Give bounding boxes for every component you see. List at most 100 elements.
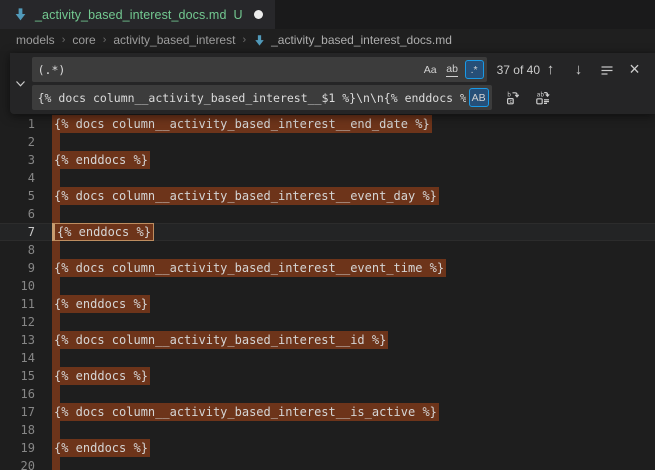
find-match-highlight: {% enddocs %} — [52, 151, 150, 169]
code-line[interactable]: 10 — [0, 277, 655, 295]
breadcrumb-file-label: _activity_based_interest_docs.md — [271, 33, 452, 47]
editor-tab[interactable]: _activity_based_interest_docs.md U — [0, 0, 275, 29]
code-text — [35, 457, 655, 470]
code-text: {% docs column__activity_based_interest_… — [35, 187, 655, 205]
git-status-badge: U — [234, 8, 243, 22]
code-line[interactable]: 4 — [0, 169, 655, 187]
line-number: 19 — [0, 439, 35, 457]
find-row: (.*) Aa ab .* 37 of 40 ↑ ↓ — [32, 57, 647, 82]
code-line[interactable]: 2 — [0, 133, 655, 151]
code-text: {% enddocs %} — [35, 151, 655, 169]
find-results-count: 37 of 40 — [497, 63, 540, 77]
replace-icon: b c — [505, 90, 521, 106]
find-match-highlight: {% enddocs %} — [52, 367, 150, 385]
breadcrumb-separator: › — [242, 34, 246, 46]
code-text: {% enddocs %} — [35, 439, 655, 457]
replace-input[interactable]: {% docs column__activity_based_interest_… — [32, 85, 492, 110]
whole-word-toggle[interactable]: ab — [443, 60, 462, 79]
previous-match-button[interactable]: ↑ — [540, 59, 561, 80]
line-number: 12 — [0, 313, 35, 331]
find-match-highlight: {% docs column__activity_based_interest_… — [52, 115, 432, 133]
code-text — [35, 313, 655, 331]
find-match-highlight: {% docs column__activity_based_interest_… — [52, 187, 439, 205]
code-line[interactable]: 17{% docs column__activity_based_interes… — [0, 403, 655, 421]
vscode-window: 1{% docs column__activity_based_interest… — [0, 0, 655, 470]
line-number: 10 — [0, 277, 35, 295]
line-number: 6 — [0, 205, 35, 223]
replace-value: {% docs column__activity_based_interest_… — [38, 91, 466, 105]
breadcrumb-item-core[interactable]: core — [72, 33, 95, 47]
svg-text:b: b — [507, 91, 511, 98]
find-in-selection-button[interactable] — [596, 59, 617, 80]
code-line[interactable]: 15 {% enddocs %} — [0, 367, 655, 385]
code-text — [35, 133, 655, 151]
code-text: {% enddocs %} — [35, 367, 655, 385]
markdown-file-icon — [253, 34, 266, 47]
code-line[interactable]: 16 — [0, 385, 655, 403]
breadcrumb-item-file[interactable]: _activity_based_interest_docs.md — [253, 33, 452, 47]
code-line[interactable]: 19 {% enddocs %} — [0, 439, 655, 457]
line-number: 2 — [0, 133, 35, 151]
breadcrumb: models › core › activity_based_interest … — [0, 29, 655, 51]
preserve-case-toggle[interactable]: AB — [469, 88, 489, 107]
line-number: 5 — [0, 187, 35, 205]
find-in-selection-icon — [599, 62, 615, 78]
markdown-file-icon — [13, 7, 28, 22]
code-text — [35, 349, 655, 367]
code-text: {% docs column__activity_based_interest_… — [35, 259, 655, 277]
code-line[interactable]: 20 — [0, 457, 655, 470]
code-line[interactable]: 3{% enddocs %} — [0, 151, 655, 169]
find-match-highlight: {% docs column__activity_based_interest_… — [52, 259, 446, 277]
code-line[interactable]: 5 {% docs column__activity_based_interest… — [0, 187, 655, 205]
find-input[interactable]: (.*) Aa ab .* — [32, 57, 487, 82]
current-find-match: {% enddocs %} — [52, 223, 154, 241]
toggle-replace-button[interactable] — [10, 53, 32, 114]
regex-toggle[interactable]: .* — [465, 60, 484, 79]
breadcrumb-item-folder[interactable]: activity_based_interest — [113, 33, 235, 47]
next-match-button[interactable]: ↓ — [568, 59, 589, 80]
replace-all-icon: ab — [535, 90, 551, 106]
find-match-highlight-empty — [52, 313, 60, 331]
code-line[interactable]: 14 — [0, 349, 655, 367]
replace-button[interactable]: b c — [503, 87, 524, 108]
close-find-widget-button[interactable]: × — [624, 59, 645, 80]
code-text: {% enddocs %} — [35, 295, 655, 313]
code-text — [35, 169, 655, 187]
code-text: {% docs column__activity_based_interest_… — [35, 331, 655, 349]
line-number: 8 — [0, 241, 35, 259]
find-match-highlight: {% docs column__activity_based_interest_… — [52, 331, 388, 349]
line-number: 4 — [0, 169, 35, 187]
code-line[interactable]: 1{% docs column__activity_based_interest… — [0, 115, 655, 133]
svg-text:ab: ab — [537, 91, 545, 98]
line-number: 15 — [0, 367, 35, 385]
code-line[interactable]: 12 — [0, 313, 655, 331]
match-case-toggle[interactable]: Aa — [421, 60, 440, 79]
code-line[interactable]: 8 — [0, 241, 655, 259]
code-line[interactable]: 11{% enddocs %} — [0, 295, 655, 313]
code-text: {% enddocs %} — [35, 223, 655, 241]
code-line[interactable]: 18 — [0, 421, 655, 439]
find-value: (.*) — [38, 63, 418, 77]
code-line[interactable]: 13 {% docs column__activity_based_interes… — [0, 331, 655, 349]
replace-all-button[interactable]: ab — [533, 87, 554, 108]
breadcrumb-separator: › — [103, 34, 107, 46]
line-number: 20 — [0, 457, 35, 470]
find-match-highlight-empty — [52, 277, 60, 295]
code-text: {% docs column__activity_based_interest_… — [35, 115, 655, 133]
line-number: 9 — [0, 259, 35, 277]
find-match-highlight: {% enddocs %} — [52, 439, 150, 457]
breadcrumb-item-models[interactable]: models — [16, 33, 55, 47]
code-text — [35, 421, 655, 439]
line-number: 7 — [0, 223, 35, 241]
modified-dot-icon[interactable] — [254, 10, 263, 19]
code-line[interactable]: 6 — [0, 205, 655, 223]
tab-bar: _activity_based_interest_docs.md U — [0, 0, 655, 29]
code-text — [35, 385, 655, 403]
line-number: 13 — [0, 331, 35, 349]
find-match-highlight: {% docs column__activity_based_interest_… — [52, 403, 439, 421]
line-number: 14 — [0, 349, 35, 367]
find-match-highlight-empty — [52, 133, 60, 151]
find-match-highlight-empty — [52, 169, 60, 187]
code-line[interactable]: 7 {% enddocs %} — [0, 223, 655, 241]
code-line[interactable]: 9 {% docs column__activity_based_interest… — [0, 259, 655, 277]
